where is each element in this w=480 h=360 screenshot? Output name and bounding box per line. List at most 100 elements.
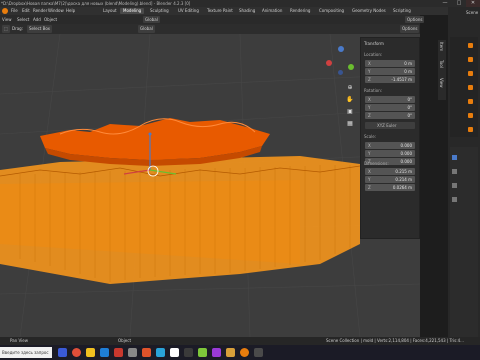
app-icon[interactable] xyxy=(114,348,123,357)
maximize-button[interactable]: □ xyxy=(452,0,466,7)
tab-compositing[interactable]: Compositing xyxy=(316,8,347,14)
orientation-dropdown[interactable]: Global xyxy=(143,16,160,23)
menu-file[interactable]: File xyxy=(11,7,18,15)
rotation-mode-dropdown[interactable]: XYZ Euler xyxy=(365,122,415,129)
app-icon[interactable] xyxy=(156,348,165,357)
zoom-icon[interactable]: ⊕ xyxy=(346,84,354,92)
mesh-icon xyxy=(468,71,473,76)
app-icon[interactable] xyxy=(128,348,137,357)
dimension-y-field[interactable]: Y 0.214 m xyxy=(365,176,415,183)
properties-editor[interactable] xyxy=(450,147,478,337)
tab-uv-editing[interactable]: UV Editing xyxy=(175,8,202,14)
scale-label: Scale: xyxy=(364,134,377,139)
tool-options[interactable]: Options xyxy=(400,25,420,33)
tab-modeling[interactable]: Modeling xyxy=(120,8,145,14)
mesh-icon xyxy=(468,57,473,62)
mesh-icon xyxy=(468,99,473,104)
tab-item[interactable]: Item xyxy=(439,42,444,51)
rotation-y-field[interactable]: Y 0° xyxy=(365,104,415,111)
blender-taskbar-icon[interactable] xyxy=(240,348,249,357)
outliner-properties-area: Scene xyxy=(448,7,480,337)
blender-logo-icon[interactable] xyxy=(2,8,8,14)
tab-layout[interactable]: Layout xyxy=(100,8,120,14)
menu-render[interactable]: Render xyxy=(33,7,47,15)
app-icon[interactable] xyxy=(198,348,207,357)
app-icon[interactable] xyxy=(254,348,263,357)
3d-viewport[interactable]: ⊕ ✋ ▣ ▦ xyxy=(0,34,420,337)
tab-tool[interactable]: Tool xyxy=(439,60,444,68)
dimensions-label: Dimensions: xyxy=(364,161,389,166)
tab-geometry-nodes[interactable]: Geometry Nodes xyxy=(349,8,389,14)
properties-tab-icon[interactable] xyxy=(452,169,457,174)
app-icon[interactable] xyxy=(212,348,221,357)
options-dropdown[interactable]: Options xyxy=(405,16,425,23)
mesh-icon xyxy=(468,113,473,118)
properties-tab-icon[interactable] xyxy=(452,197,457,202)
minimize-button[interactable]: — xyxy=(438,0,452,7)
menu-window[interactable]: Window xyxy=(48,7,64,15)
pan-hand-icon[interactable]: ✋ xyxy=(346,96,354,104)
chrome-icon[interactable] xyxy=(72,348,81,357)
menu-help[interactable]: Help xyxy=(66,7,75,15)
dimension-z-field[interactable]: Z 0.0264 m xyxy=(365,184,415,191)
location-x-field[interactable]: X 0 m xyxy=(365,60,415,67)
rotation-x-field[interactable]: X 0° xyxy=(365,96,415,103)
tab-scripting[interactable]: Scripting xyxy=(390,8,414,14)
windows-taskbar: Введите здесь запрос xyxy=(0,345,480,360)
mesh-icon xyxy=(468,43,473,48)
close-button[interactable]: ✕ xyxy=(466,0,480,7)
location-label: Location: xyxy=(364,52,383,57)
outliner[interactable] xyxy=(450,37,478,137)
status-scene-stats: Scene Collection | mold | Verts:2,114,80… xyxy=(326,338,464,343)
menu-edit[interactable]: Edit xyxy=(22,7,30,15)
camera-icon[interactable]: ▣ xyxy=(346,108,354,116)
app-icon[interactable] xyxy=(170,348,179,357)
app-icon[interactable] xyxy=(226,348,235,357)
add-menu[interactable]: Add xyxy=(33,16,41,23)
properties-tab-icon[interactable] xyxy=(452,155,457,160)
transform-sidebar: Transform Location: X 0 m Y 0 m Z -1.451… xyxy=(360,37,420,239)
scene-label: Scene xyxy=(466,10,479,15)
tab-sculpting[interactable]: Sculpting xyxy=(147,8,172,14)
location-z-field[interactable]: Z -1.4517 m xyxy=(365,76,415,83)
select-tool-icon[interactable]: ⬚ xyxy=(2,25,10,33)
sidebar-tabs: Item Tool View xyxy=(438,40,446,100)
dimension-x-field[interactable]: X 0.215 m xyxy=(365,168,415,175)
transform-orientation[interactable]: Global xyxy=(138,25,155,33)
scale-x-field[interactable]: X 0.000 xyxy=(365,142,415,149)
mesh-icon xyxy=(468,85,473,90)
task-view-icon[interactable] xyxy=(58,348,67,357)
tool-drag-label: Drag: xyxy=(12,26,24,31)
app-icon[interactable] xyxy=(142,348,151,357)
mesh-base-slab[interactable] xyxy=(0,156,361,284)
status-object: Object xyxy=(118,338,132,343)
tool-drag-value[interactable]: Select Box xyxy=(27,25,53,33)
view-menu[interactable]: View xyxy=(2,16,12,23)
app-icon[interactable] xyxy=(184,348,193,357)
tab-view[interactable]: View xyxy=(439,78,444,88)
scale-y-field[interactable]: Y 0.000 xyxy=(365,150,415,157)
top-menu-bar: File Edit Render Window Help Layout Mode… xyxy=(0,7,480,15)
grid-toggle-icon[interactable]: ▦ xyxy=(346,120,354,128)
tab-animation[interactable]: Animation xyxy=(259,8,285,14)
tab-shading[interactable]: Shading xyxy=(236,8,258,14)
navigation-gizmo[interactable] xyxy=(326,46,356,76)
taskbar-search-input[interactable]: Введите здесь запрос xyxy=(0,347,52,358)
store-icon[interactable] xyxy=(100,348,109,357)
mesh-icon xyxy=(468,127,473,132)
tab-texture-paint[interactable]: Texture Paint xyxy=(204,8,236,14)
viewport-scene xyxy=(0,34,420,337)
folder-icon[interactable] xyxy=(86,348,95,357)
location-y-field[interactable]: Y 0 m xyxy=(365,68,415,75)
tab-rendering[interactable]: Rendering xyxy=(287,8,313,14)
window-title-bar: *D:\Dropbox\Новая папка\М7(2)\доска для … xyxy=(0,0,480,7)
viewport-menu: View Select Add Object xyxy=(0,15,140,24)
tool-header: ⬚ Drag: Select Box Global Options xyxy=(0,24,420,34)
transform-panel-title: Transform xyxy=(364,41,384,46)
object-menu[interactable]: Object xyxy=(44,16,57,23)
status-bar: Pan View Object Scene Collection | mold … xyxy=(0,337,480,345)
workspace-tabs: Layout Modeling Sculpting UV Editing Tex… xyxy=(100,7,430,15)
rotation-z-field[interactable]: Z 0° xyxy=(365,112,415,119)
properties-tab-icon[interactable] xyxy=(452,183,457,188)
select-menu[interactable]: Select xyxy=(17,16,29,23)
